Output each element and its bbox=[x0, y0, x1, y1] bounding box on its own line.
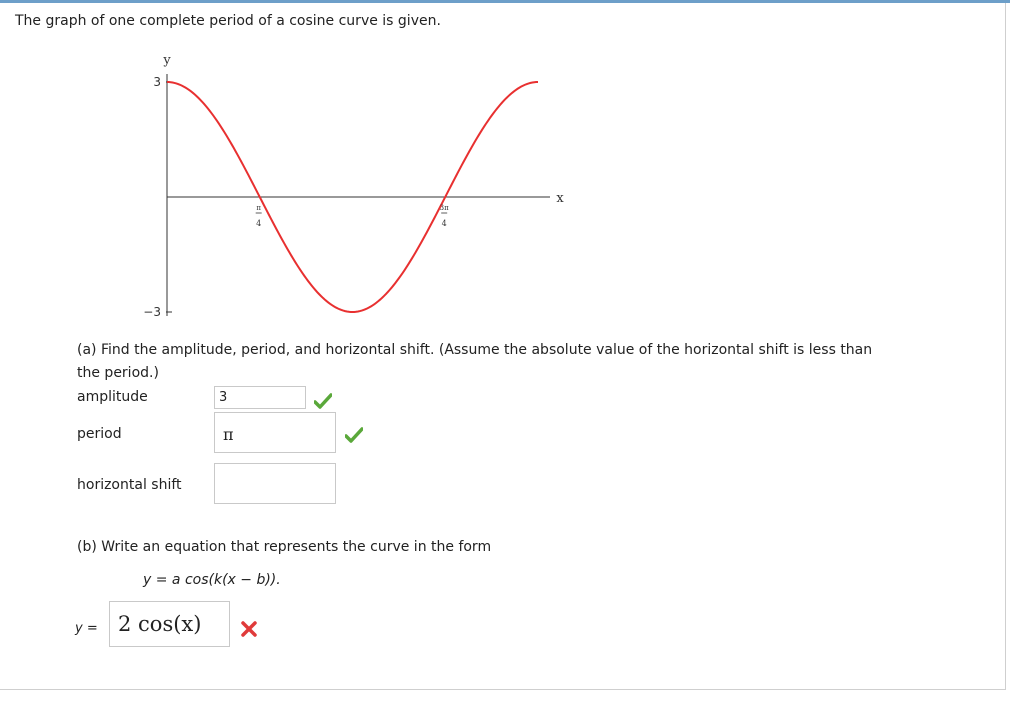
part-a-prompt-line2: the period.) bbox=[77, 365, 159, 381]
cross-icon bbox=[241, 621, 257, 637]
part-a-prompt-line1: (a) Find the amplitude, period, and hori… bbox=[77, 342, 873, 358]
x-axis-label: x bbox=[556, 191, 564, 206]
checkmark-icon bbox=[314, 393, 332, 409]
equation-form: y = a cos(k(x − b)). bbox=[143, 572, 281, 588]
amplitude-input[interactable]: 3 bbox=[214, 386, 306, 409]
y-equals-label: y = bbox=[75, 621, 98, 636]
amplitude-value: 3 bbox=[219, 390, 228, 405]
period-input[interactable]: π bbox=[214, 412, 336, 453]
amplitude-label: amplitude bbox=[77, 389, 148, 405]
equation-answer-value: 2 cos(x) bbox=[118, 612, 202, 636]
period-label: period bbox=[77, 426, 122, 442]
equation-answer-input[interactable]: 2 cos(x) bbox=[109, 601, 230, 647]
x-tick-label-numerator: 3π bbox=[440, 204, 449, 212]
y-tick-label: −3 bbox=[143, 305, 161, 319]
part-b-prompt: (b) Write an equation that represents th… bbox=[77, 539, 492, 555]
y-axis-label: y bbox=[162, 53, 171, 68]
period-value: π bbox=[223, 425, 234, 444]
checkmark-icon bbox=[345, 427, 363, 443]
horizontal-shift-label: horizontal shift bbox=[77, 477, 182, 493]
horizontal-shift-input[interactable] bbox=[214, 463, 336, 504]
x-tick-label-denominator: 4 bbox=[256, 219, 261, 228]
x-tick-label-numerator: π bbox=[256, 204, 261, 212]
x-tick-label-denominator: 4 bbox=[442, 219, 447, 228]
y-tick-label: 3 bbox=[153, 75, 161, 89]
